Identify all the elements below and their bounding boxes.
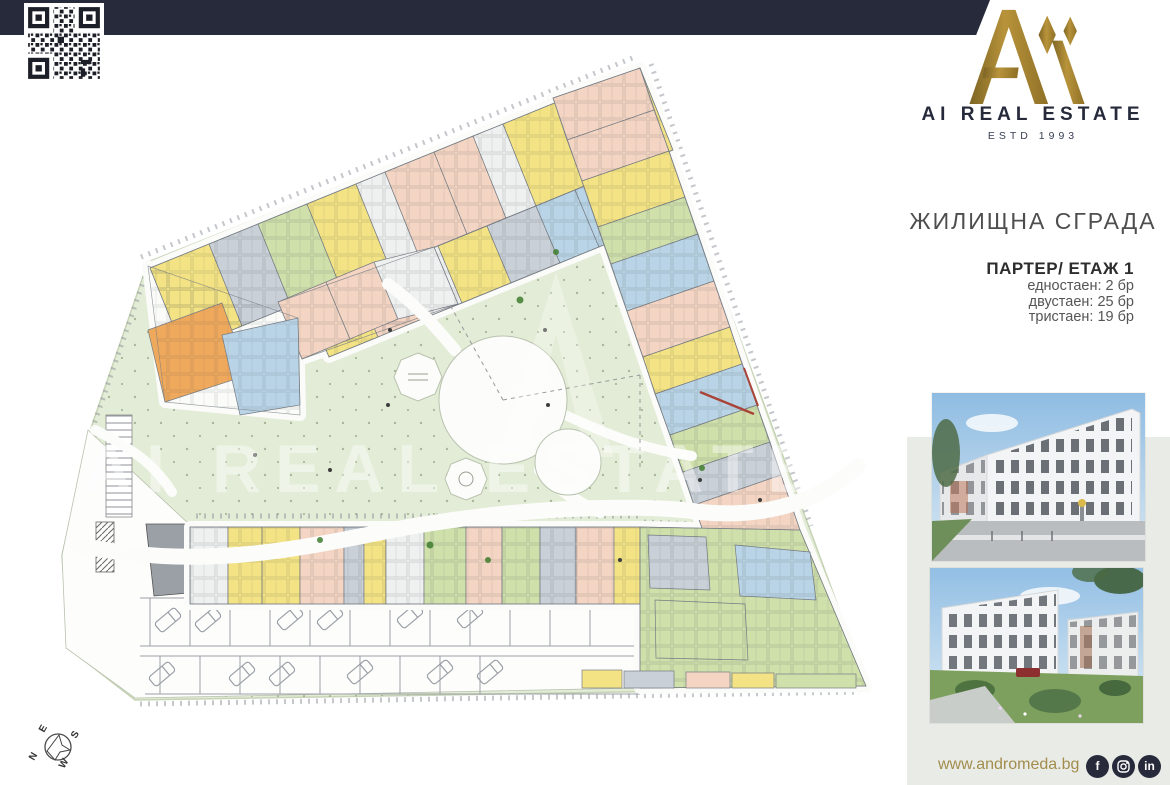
gazebo-1 <box>394 353 442 401</box>
compass-e: E <box>37 723 50 735</box>
floor-plan: AI REAL ESTATE E S N W <box>0 0 905 785</box>
watermark-text: AI REAL ESTATE <box>83 431 827 507</box>
floor-info: ПАРТЕР/ ЕТАЖ 1 едностаен: 2 бр двустаен:… <box>986 259 1134 326</box>
linkedin-glyph: in <box>1138 755 1161 778</box>
facebook-icon[interactable]: f <box>1086 755 1109 778</box>
facebook-glyph: f <box>1086 755 1109 778</box>
floor-label: ПАРТЕР/ ЕТАЖ 1 <box>986 259 1134 279</box>
brochure-page: AI REAL ESTATE E S N W AI REAL ESTATE E S <box>0 0 1170 785</box>
instagram-glyph <box>1112 755 1135 778</box>
website-link[interactable]: www.andromeda.bg <box>938 756 1078 774</box>
page-title: ЖИЛИЩНА СГРАДА <box>905 208 1161 235</box>
brand-logo <box>965 8 1089 104</box>
compass: E S N W <box>27 723 82 771</box>
qr-code <box>24 3 104 83</box>
brand-name: AI REAL ESTATE <box>905 104 1161 126</box>
instagram-icon[interactable] <box>1112 755 1135 778</box>
header-band <box>0 0 990 35</box>
stat-one-bedroom: двустаен: 25 бр <box>986 295 1134 311</box>
compass-s: S <box>69 729 82 741</box>
stat-studio: едностаен: 2 бр <box>986 279 1134 295</box>
stat-two-bedroom: тристаен: 19 бр <box>986 310 1134 326</box>
building-render-2 <box>930 568 1143 723</box>
compass-n: N <box>27 751 40 763</box>
south-band <box>190 527 640 604</box>
linkedin-icon[interactable]: in <box>1138 755 1161 778</box>
building-render-1 <box>932 393 1145 561</box>
brand-estd: ESTD 1993 <box>905 130 1161 142</box>
